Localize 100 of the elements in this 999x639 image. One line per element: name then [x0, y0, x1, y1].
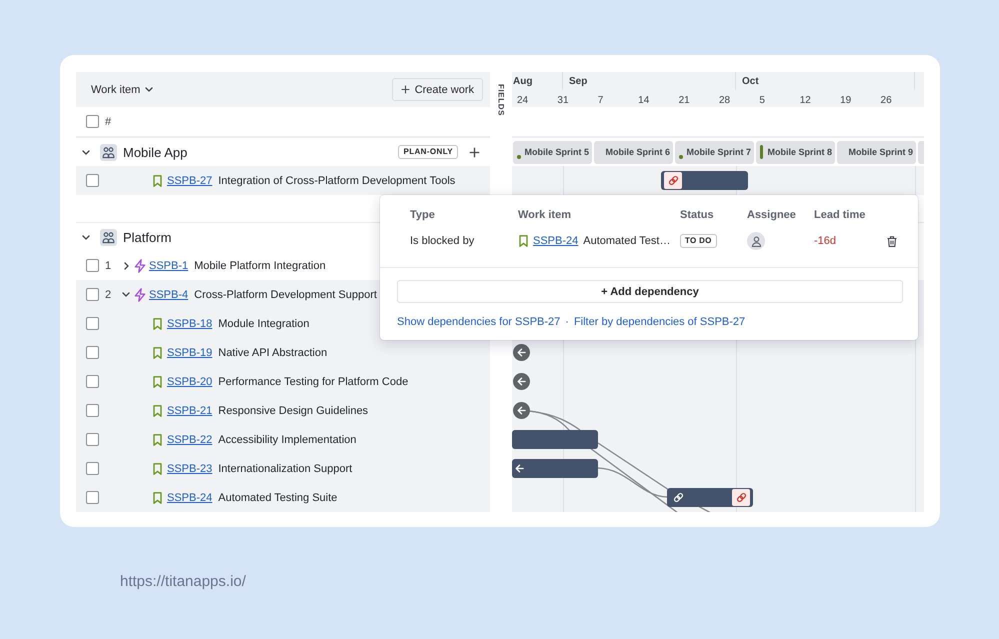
- bookmark-icon: [153, 492, 162, 504]
- sprint-name: Mobile Sprint 5: [524, 147, 589, 157]
- week-label: 24: [517, 94, 528, 106]
- lead-time: -16d: [814, 234, 836, 249]
- issue-key-link[interactable]: SSPB-21: [167, 404, 212, 416]
- dependency-link[interactable]: Filter by dependencies of SSPB-27: [574, 314, 746, 330]
- create-work-button[interactable]: Create work: [392, 78, 483, 101]
- sprint-name: Mobile Sprint 6: [605, 147, 670, 157]
- dependency-type: Is blocked by: [410, 234, 476, 249]
- week-label: 26: [880, 94, 892, 106]
- dependency-line: [698, 505, 712, 512]
- item-title: Accessibility Implementation: [218, 434, 356, 446]
- item-title: Native API Abstraction: [218, 346, 328, 358]
- fields-tab[interactable]: FIELDS: [496, 84, 506, 116]
- item-row[interactable]: SSPB-23 Internationalization Support: [76, 454, 490, 483]
- month-label: Sep: [569, 76, 588, 86]
- plus-icon: [400, 85, 410, 94]
- item-title: Cross-Platform Development Support: [194, 288, 377, 300]
- bookmark-icon: [153, 462, 162, 474]
- issue-key-link[interactable]: SSPB-24: [533, 232, 578, 250]
- issue-key-link[interactable]: SSPB-22: [167, 434, 212, 446]
- trash-icon[interactable]: [887, 236, 897, 246]
- team-icon: [100, 228, 117, 246]
- item-title: Responsive Design Guidelines: [218, 404, 368, 416]
- issue-key-link[interactable]: SSPB-19: [167, 346, 212, 358]
- item-row[interactable]: SSPB-21 Responsive Design Guidelines: [76, 396, 490, 425]
- item-row[interactable]: SSPB-22 Accessibility Implementation: [76, 425, 490, 454]
- row-number: 2: [105, 288, 112, 300]
- row-checkbox[interactable]: [86, 317, 99, 330]
- issue-key-link[interactable]: SSPB-18: [167, 318, 212, 330]
- sprint-name: Mobile Sprint 8: [767, 147, 832, 157]
- row-checkbox[interactable]: [86, 346, 99, 359]
- link-icon[interactable]: [664, 172, 682, 189]
- group-name: Platform: [123, 230, 172, 244]
- chevron-down-icon[interactable]: [122, 292, 130, 297]
- week-label: 31: [557, 94, 569, 106]
- item-row[interactable]: SSPB-24 Automated Testing Suite: [76, 483, 490, 512]
- sprint-name: Mobile Sprint 7: [686, 147, 751, 157]
- week-label: 14: [638, 94, 650, 106]
- link-separator: ·: [565, 315, 569, 330]
- issue-key-link[interactable]: SSPB-1: [149, 260, 188, 272]
- row-checkbox[interactable]: [86, 433, 99, 446]
- row-checkbox[interactable]: [86, 491, 99, 504]
- issue-key-link[interactable]: SSPB-24: [167, 492, 212, 504]
- item-row[interactable]: SSPB-27 Integration of Cross-Platform Development Tools: [76, 166, 490, 195]
- month-label: Aug: [513, 76, 532, 86]
- issue-key-link[interactable]: SSPB-23: [167, 462, 212, 474]
- item-row[interactable]: SSPB-19 Native API Abstraction: [76, 338, 490, 367]
- link-icon[interactable]: [732, 489, 750, 506]
- plus-icon[interactable]: [469, 146, 480, 158]
- bookmark-icon: [153, 346, 162, 358]
- lightning-icon: [134, 258, 146, 272]
- row-checkbox[interactable]: [86, 174, 99, 187]
- row-checkbox[interactable]: [86, 375, 99, 388]
- url-text: https://titanapps.io/: [120, 573, 246, 590]
- column-heading: Status: [680, 208, 715, 222]
- avatar-icon[interactable]: [747, 232, 765, 250]
- item-title: Mobile Platform Integration: [194, 260, 326, 272]
- week-label: 21: [678, 94, 690, 106]
- month-label: Oct: [742, 76, 759, 86]
- week-label: 19: [840, 94, 852, 106]
- plan-tag: PLAN-ONLY: [398, 145, 458, 159]
- team-icon: [100, 144, 117, 160]
- chevron-right-icon[interactable]: [124, 262, 128, 270]
- item-title: Internationalization Support: [218, 462, 352, 474]
- column-heading: Type: [410, 208, 436, 222]
- bookmark-icon: [153, 404, 162, 416]
- week-label: 12: [800, 94, 811, 106]
- chevron-down-icon[interactable]: [82, 150, 90, 154]
- chevron-down-icon[interactable]: [145, 87, 154, 92]
- column-heading: Work item: [518, 208, 572, 222]
- lightning-icon: [134, 288, 146, 302]
- row-checkbox[interactable]: [86, 462, 99, 475]
- week-label: 28: [718, 94, 730, 106]
- row-checkbox[interactable]: [86, 259, 99, 272]
- item-title: Module Integration: [218, 318, 310, 330]
- row-checkbox[interactable]: [86, 404, 99, 417]
- issue-key-link[interactable]: SSPB-4: [149, 288, 188, 300]
- select-all-checkbox[interactable]: [86, 115, 99, 128]
- timeline-bar[interactable]: [661, 171, 748, 190]
- chevron-down-icon[interactable]: [82, 234, 90, 240]
- timeline-bar[interactable]: [667, 488, 753, 507]
- week-label: 5: [759, 94, 765, 106]
- item-title: Integration of Cross-Platform Development Tools: [218, 174, 456, 186]
- week-label: 7: [598, 94, 604, 106]
- issue-key-link[interactable]: SSPB-27: [167, 174, 212, 186]
- item-title: Automated Test…: [583, 234, 670, 249]
- status-tag: TO DO: [680, 234, 717, 248]
- item-row[interactable]: SSPB-20 Performance Testing for Platform Code: [76, 367, 490, 396]
- item-title: Automated Testing Suite: [218, 492, 338, 504]
- add-dependency-button[interactable]: + Add dependency: [397, 280, 903, 303]
- row-checkbox[interactable]: [86, 288, 99, 301]
- item-title: Performance Testing for Platform Code: [218, 376, 408, 388]
- column-heading: Lead time: [814, 208, 866, 222]
- row-number: 1: [105, 260, 112, 272]
- issue-key-link[interactable]: SSPB-20: [167, 376, 212, 388]
- bookmark-icon: [153, 376, 162, 388]
- bookmark-icon: [153, 318, 162, 330]
- number-column-heading: #: [105, 116, 112, 128]
- work-item-menu[interactable]: Work item: [91, 84, 154, 96]
